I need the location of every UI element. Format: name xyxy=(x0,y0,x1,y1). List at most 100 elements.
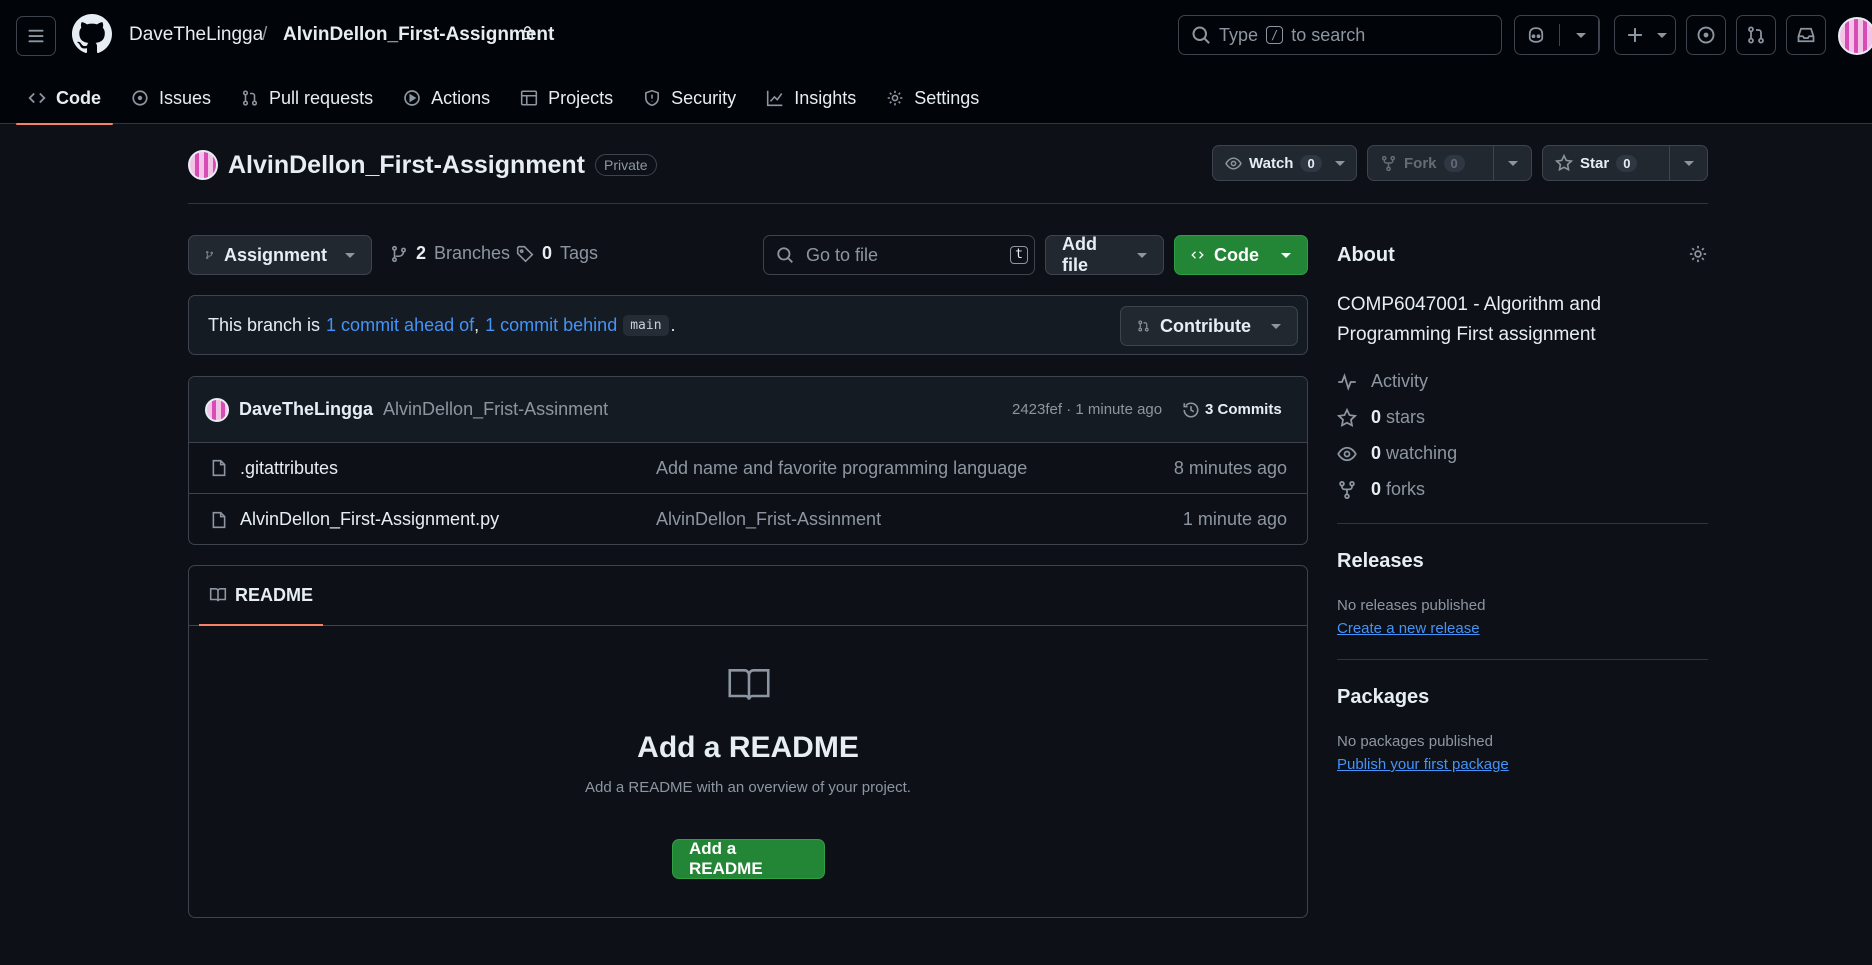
activity-link[interactable]: Activity xyxy=(1337,371,1428,392)
tab-insights[interactable]: Insights xyxy=(754,72,868,124)
releases-heading[interactable]: Releases xyxy=(1337,550,1424,573)
tab-pull-requests[interactable]: Pull requests xyxy=(229,72,385,124)
star-icon xyxy=(1337,407,1357,428)
stars-label: stars xyxy=(1386,407,1426,427)
chevron-down-icon xyxy=(1576,33,1586,38)
commit-author[interactable]: DaveTheLingga xyxy=(239,399,373,420)
publish-package-link[interactable]: Publish your first package xyxy=(1337,756,1509,773)
fork-button[interactable]: Fork 0 xyxy=(1367,145,1532,181)
repo-tabs: Code Issues Pull requests Actions Projec… xyxy=(16,72,997,125)
branches-count: 2 xyxy=(416,243,427,263)
tab-readme[interactable]: README xyxy=(199,566,324,626)
star-button[interactable]: Star 0 xyxy=(1542,145,1708,181)
star-dropdown[interactable] xyxy=(1669,146,1707,180)
commit-meta[interactable]: 2423fef · 1 minute ago xyxy=(1012,401,1162,418)
fork-dropdown[interactable] xyxy=(1493,146,1531,180)
add-readme-button[interactable]: Add a README xyxy=(672,839,825,879)
tab-code[interactable]: Code xyxy=(16,72,113,125)
contribute-label: Contribute xyxy=(1160,315,1251,336)
file-commit-time: 8 minutes ago xyxy=(1173,457,1287,478)
code-button[interactable]: Code xyxy=(1174,235,1308,275)
commits-ahead-link[interactable]: 1 commit ahead of xyxy=(326,315,474,336)
gear-icon[interactable] xyxy=(1688,244,1708,264)
pull-request-icon xyxy=(1746,25,1766,45)
github-logo-icon[interactable] xyxy=(72,14,112,54)
inbox-icon xyxy=(1796,25,1816,45)
create-new-button[interactable] xyxy=(1614,15,1676,55)
book-icon xyxy=(727,666,771,704)
commit-message[interactable]: AlvinDellon_Frist-Assinment xyxy=(383,399,608,420)
go-to-file-input[interactable]: Go to file t xyxy=(763,235,1035,275)
branch-icon xyxy=(390,245,408,263)
table-row[interactable]: AlvinDellon_First-Assignment.py AlvinDel… xyxy=(189,494,1307,544)
gear-icon xyxy=(886,89,904,107)
commits-behind-link[interactable]: 1 commit behind xyxy=(485,315,617,336)
star-icon xyxy=(1555,154,1573,172)
file-name[interactable]: .gitattributes xyxy=(240,458,338,479)
eye-icon xyxy=(1337,444,1357,464)
branch-selector[interactable]: Assignment xyxy=(188,235,372,275)
file-commit-message[interactable]: AlvinDellon_Frist-Assinment xyxy=(656,509,881,530)
forks-label: forks xyxy=(1386,479,1426,499)
contribute-button[interactable]: Contribute xyxy=(1120,306,1298,346)
chevron-down-icon xyxy=(1271,323,1281,329)
tags-count: 0 xyxy=(542,243,553,263)
star-label: Star xyxy=(1580,154,1610,172)
branches-link[interactable]: 2 Branches xyxy=(390,243,510,264)
eye-icon xyxy=(1225,155,1242,172)
fork-label: Fork xyxy=(1404,154,1437,172)
pull-requests-button[interactable] xyxy=(1736,15,1776,55)
repo-name[interactable]: AlvinDellon_First-Assignment xyxy=(228,151,585,180)
watching-count: 0 xyxy=(1371,443,1382,463)
packages-heading[interactable]: Packages xyxy=(1337,686,1429,709)
owner-avatar[interactable] xyxy=(188,150,218,180)
tab-issues[interactable]: Issues xyxy=(119,72,223,124)
history-icon xyxy=(1182,401,1200,419)
stars-link[interactable]: 0 stars xyxy=(1337,407,1425,428)
graph-icon xyxy=(766,89,784,107)
watch-count: 0 xyxy=(1300,154,1322,172)
releases-empty: No releases published xyxy=(1337,597,1486,614)
readme-tab-label: README xyxy=(235,584,314,605)
tag-icon xyxy=(516,245,534,263)
issues-button[interactable] xyxy=(1686,15,1726,55)
file-commit-message[interactable]: Add name and favorite programming langua… xyxy=(656,458,1027,479)
search-shortcut-key: / xyxy=(1266,26,1284,44)
watch-label: Watch xyxy=(1249,154,1294,172)
readme-header: README xyxy=(189,566,1307,626)
status-suffix: . xyxy=(670,315,676,335)
code-icon xyxy=(1191,246,1204,264)
table-row[interactable]: .gitattributes Add name and favorite pro… xyxy=(189,443,1307,494)
tab-label: Insights xyxy=(794,87,857,108)
tab-label: Issues xyxy=(159,87,212,108)
breadcrumb-owner[interactable]: DaveTheLingga xyxy=(129,24,263,46)
breadcrumb-repo[interactable]: AlvinDellon_First-Assignment xyxy=(283,24,554,46)
search-input[interactable]: Type / to search xyxy=(1178,15,1502,55)
tab-projects[interactable]: Projects xyxy=(508,72,625,124)
commits-link[interactable]: 3 Commits xyxy=(1182,401,1282,419)
add-file-button[interactable]: Add file xyxy=(1045,234,1164,275)
copilot-button[interactable] xyxy=(1514,15,1600,55)
author-avatar[interactable] xyxy=(205,397,229,422)
forks-link[interactable]: 0 forks xyxy=(1337,479,1425,500)
code-label: Code xyxy=(1214,244,1259,265)
repo-title-bar: AlvinDellon_First-Assignment Private xyxy=(188,150,657,180)
file-name[interactable]: AlvinDellon_First-Assignment.py xyxy=(240,509,499,530)
watching-link[interactable]: 0 watching xyxy=(1337,443,1457,464)
watch-button[interactable]: Watch 0 xyxy=(1212,145,1357,181)
tab-settings[interactable]: Settings xyxy=(874,72,991,124)
tags-link[interactable]: 0 Tags xyxy=(516,243,598,264)
divider xyxy=(1598,18,1599,52)
user-avatar[interactable] xyxy=(1838,17,1872,55)
branch-status-box: This branch is 1 commit ahead of, 1 comm… xyxy=(188,295,1308,355)
menu-button[interactable] xyxy=(16,16,56,56)
inbox-button[interactable] xyxy=(1786,15,1826,55)
chevron-down-icon xyxy=(1507,160,1518,166)
create-release-link[interactable]: Create a new release xyxy=(1337,620,1480,637)
tab-actions[interactable]: Actions xyxy=(391,72,502,124)
chevron-down-icon xyxy=(1683,160,1694,166)
divider xyxy=(1337,659,1708,660)
tab-security[interactable]: Security xyxy=(631,72,748,124)
book-icon xyxy=(209,586,227,604)
base-branch-label[interactable]: main xyxy=(623,315,669,336)
